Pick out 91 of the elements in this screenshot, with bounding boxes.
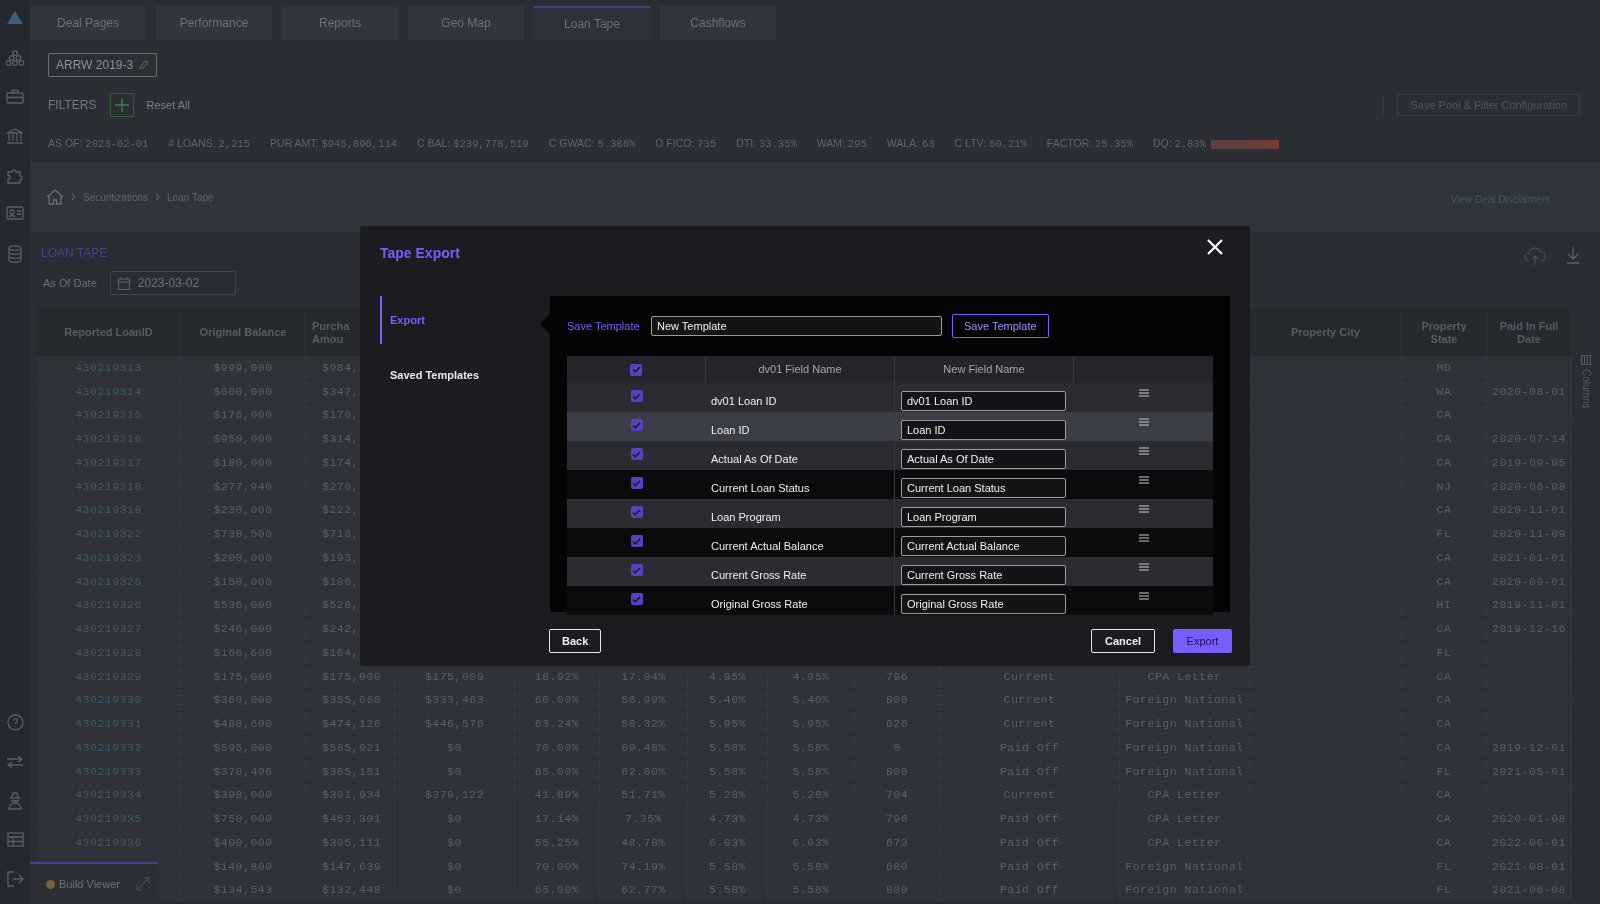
tab[interactable]: Loan Tape bbox=[534, 6, 650, 40]
table-icon[interactable] bbox=[6, 832, 24, 847]
field-row[interactable]: Loan ID Loan ID bbox=[567, 412, 1213, 441]
field-row[interactable]: Current Loan Status Current Loan Status bbox=[567, 470, 1213, 499]
field-name: Current Gross Rate bbox=[711, 569, 807, 581]
section-title: LOAN TAPE bbox=[41, 245, 109, 262]
tab[interactable]: Performance bbox=[156, 6, 272, 40]
new-field-name-input[interactable]: Current Loan Status bbox=[901, 478, 1066, 498]
logout-icon[interactable] bbox=[6, 870, 24, 887]
close-button[interactable] bbox=[1206, 238, 1224, 256]
save-template-label: Save Template bbox=[567, 318, 641, 334]
new-field-name-input[interactable]: Current Gross Rate bbox=[901, 565, 1066, 585]
drag-handle-icon[interactable] bbox=[1138, 563, 1149, 571]
drag-handle-icon[interactable] bbox=[1138, 505, 1149, 513]
column-header: New Field Name bbox=[943, 362, 1025, 378]
deal-chip[interactable]: ARRW 2019-3 bbox=[48, 53, 158, 77]
new-field-name-input[interactable]: Loan Program bbox=[901, 507, 1066, 527]
date-field[interactable]: 2023-03-02 bbox=[109, 271, 236, 295]
tab[interactable]: Reports bbox=[282, 6, 398, 40]
network-icon[interactable] bbox=[6, 50, 24, 66]
tab[interactable]: Deal Pages bbox=[30, 6, 146, 40]
calendar-icon bbox=[117, 276, 130, 290]
field-name: Original Gross Rate bbox=[711, 598, 808, 610]
export-button[interactable]: Export bbox=[1173, 629, 1232, 653]
checkbox[interactable] bbox=[630, 363, 642, 376]
columns-icon bbox=[1581, 355, 1591, 365]
add-filter-button[interactable] bbox=[110, 93, 135, 117]
field-name: Actual As Of Date bbox=[711, 453, 798, 465]
cloud-icon[interactable] bbox=[1524, 246, 1546, 266]
field-name: Current Actual Balance bbox=[711, 540, 824, 552]
checkbox[interactable] bbox=[630, 477, 643, 489]
field-row[interactable]: dv01 Loan ID dv01 Loan ID bbox=[567, 383, 1213, 412]
template-name-input[interactable]: New Template bbox=[651, 316, 942, 336]
new-field-name-input[interactable]: Current Actual Balance bbox=[901, 536, 1066, 556]
checkbox[interactable] bbox=[630, 506, 643, 518]
field-name: Loan Program bbox=[711, 511, 781, 523]
drag-handle-icon[interactable] bbox=[1138, 534, 1149, 542]
id-card-icon[interactable] bbox=[6, 206, 24, 220]
help-icon[interactable] bbox=[6, 714, 24, 731]
close-icon bbox=[1206, 238, 1224, 256]
cancel-button[interactable]: Cancel bbox=[1091, 629, 1156, 653]
new-field-name-input[interactable]: dv01 Loan ID bbox=[901, 391, 1066, 411]
swap-icon[interactable] bbox=[6, 754, 24, 769]
home-icon[interactable] bbox=[46, 189, 64, 205]
field-row[interactable]: Original Gross Rate Original Gross Rate bbox=[567, 586, 1213, 615]
checkbox[interactable] bbox=[630, 419, 643, 431]
bank-icon[interactable] bbox=[6, 128, 24, 144]
reset-all-link[interactable]: Reset All bbox=[146, 96, 190, 114]
new-field-name-input[interactable]: Loan ID bbox=[901, 420, 1066, 440]
briefcase-icon[interactable] bbox=[6, 89, 24, 104]
save-template-button[interactable]: Save Template bbox=[952, 314, 1049, 338]
new-field-name-input[interactable]: Original Gross Rate bbox=[901, 594, 1066, 614]
checkbox[interactable] bbox=[630, 593, 643, 605]
field-name: Loan ID bbox=[711, 424, 750, 436]
chevron-icon bbox=[71, 193, 76, 201]
pencil-icon[interactable] bbox=[139, 60, 150, 70]
download-icon[interactable] bbox=[1566, 246, 1580, 264]
field-row[interactable]: Actual As Of Date Actual As Of Date bbox=[567, 441, 1213, 470]
column-header: dv01 Field Name bbox=[758, 362, 842, 378]
new-field-name-input[interactable]: Actual As Of Date bbox=[901, 449, 1066, 469]
tab[interactable]: Cashflows bbox=[660, 6, 776, 40]
expand-icon[interactable] bbox=[135, 877, 150, 891]
field-row[interactable]: Current Gross Rate Current Gross Rate bbox=[567, 557, 1213, 586]
dialog-title: Tape Export bbox=[380, 244, 460, 263]
puzzle-icon[interactable] bbox=[6, 167, 24, 184]
checkbox[interactable] bbox=[630, 564, 643, 576]
tab[interactable]: Geo Map bbox=[408, 6, 524, 40]
field-row[interactable]: Loan Program Loan Program bbox=[567, 499, 1213, 528]
checkbox[interactable] bbox=[630, 448, 643, 460]
person-icon[interactable] bbox=[7, 791, 23, 810]
drag-handle-icon[interactable] bbox=[1138, 476, 1149, 484]
field-row[interactable]: Current Actual Balance Current Actual Balance bbox=[567, 528, 1213, 557]
checkbox[interactable] bbox=[630, 535, 643, 547]
chevron-icon bbox=[155, 193, 161, 201]
dq-bar bbox=[1211, 139, 1279, 149]
field-name: Current Loan Status bbox=[711, 482, 810, 494]
build-viewer-label: Build Viewer bbox=[59, 876, 120, 892]
logo-icon[interactable] bbox=[7, 11, 23, 24]
plus-icon bbox=[115, 98, 130, 112]
database-icon[interactable] bbox=[7, 245, 23, 263]
drag-handle-icon[interactable] bbox=[1138, 418, 1149, 426]
drag-handle-icon[interactable] bbox=[1138, 447, 1149, 455]
filters-label: FILTERS bbox=[48, 97, 97, 114]
checkbox[interactable] bbox=[630, 390, 643, 402]
drag-handle-icon[interactable] bbox=[1138, 389, 1149, 397]
build-viewer-panel[interactable]: Build Viewer bbox=[30, 862, 158, 904]
drag-handle-icon[interactable] bbox=[1138, 592, 1149, 600]
back-button[interactable]: Back bbox=[549, 629, 602, 653]
field-name: dv01 Loan ID bbox=[711, 395, 777, 407]
modal-nav-item[interactable]: Saved Templates bbox=[380, 348, 550, 402]
as-of-label: As Of Date bbox=[43, 275, 97, 291]
